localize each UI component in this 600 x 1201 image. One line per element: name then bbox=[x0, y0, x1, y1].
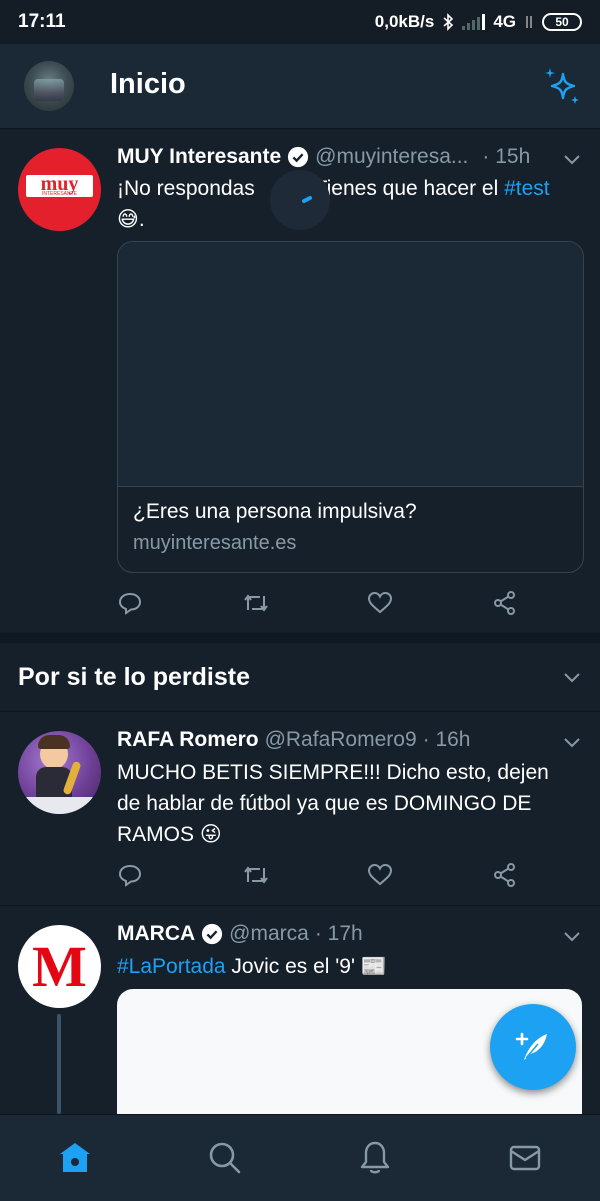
retweet-icon bbox=[244, 866, 268, 884]
retweet-button[interactable] bbox=[242, 862, 367, 888]
chevron-down-icon[interactable] bbox=[562, 930, 582, 944]
tweet-time: · 16h bbox=[422, 728, 471, 751]
tweet-text: MUCHO BETIS SIEMPRE!!! Dicho esto, dejen… bbox=[117, 761, 549, 846]
avatar-muy[interactable]: muy INTERESANTE bbox=[18, 148, 101, 231]
reply-icon bbox=[118, 592, 142, 615]
section-title: Por si te lo perdiste bbox=[18, 663, 251, 691]
hashtag-link[interactable]: #test bbox=[504, 177, 550, 200]
avatar-marca-logo: M bbox=[32, 933, 87, 999]
like-button[interactable] bbox=[367, 590, 492, 616]
retweet-icon bbox=[244, 594, 268, 612]
thread-line bbox=[57, 1014, 61, 1114]
compose-tweet-icon bbox=[515, 1032, 547, 1060]
avatar-rafa[interactable] bbox=[18, 731, 101, 814]
chevron-down-icon[interactable] bbox=[562, 736, 582, 750]
home-icon bbox=[60, 1143, 90, 1172]
section-divider bbox=[0, 633, 600, 643]
network-speed: 0,0kB/s bbox=[374, 12, 435, 31]
signal-icon bbox=[462, 14, 486, 30]
share-icon bbox=[494, 591, 515, 615]
tweet-rafa-romero[interactable]: RAFA Romero @RafaRomero9 · 16h MUCHO BET… bbox=[0, 712, 600, 905]
bluetooth-icon bbox=[443, 13, 454, 31]
spinner-icon bbox=[302, 196, 312, 203]
status-bar: 17:11 0,0kB/s 4G 50 bbox=[0, 0, 600, 44]
author-handle: @RafaRomero9 bbox=[264, 728, 417, 751]
avatar-marca[interactable]: M bbox=[18, 925, 101, 1008]
tweet-actions bbox=[117, 862, 600, 888]
nav-messages[interactable] bbox=[495, 1128, 555, 1188]
tweet-header: RAFA Romero @RafaRomero9 · 16h bbox=[117, 728, 471, 752]
verified-icon bbox=[202, 923, 223, 945]
chevron-down-icon[interactable] bbox=[562, 671, 582, 685]
profile-avatar[interactable] bbox=[24, 61, 74, 111]
author-handle: @muyinteresa... bbox=[315, 145, 469, 168]
tweet-header: MARCA @marca · 17h bbox=[117, 922, 363, 946]
app-header: Inicio bbox=[0, 44, 600, 129]
mail-icon bbox=[509, 1145, 541, 1171]
heart-icon bbox=[367, 591, 393, 614]
share-icon bbox=[494, 863, 515, 887]
link-card[interactable]: ¿Eres una persona impulsiva? muyinteresa… bbox=[117, 241, 584, 573]
network-type: 4G bbox=[493, 12, 516, 31]
tweet-text: ¡No respondas Tienes que hacer el #test … bbox=[117, 177, 550, 231]
chevron-down-icon[interactable] bbox=[562, 153, 582, 167]
heart-icon bbox=[367, 863, 393, 886]
tweet-actions bbox=[117, 590, 600, 616]
author-name[interactable]: MUY Interesante bbox=[117, 145, 281, 169]
compose-tweet-button[interactable] bbox=[490, 1004, 576, 1090]
author-name[interactable]: MARCA bbox=[117, 922, 195, 946]
nav-notifications[interactable] bbox=[345, 1128, 405, 1188]
nav-home[interactable] bbox=[45, 1128, 105, 1188]
bell-icon bbox=[360, 1141, 390, 1174]
author-name[interactable]: RAFA Romero bbox=[117, 728, 259, 752]
share-button[interactable] bbox=[492, 590, 600, 616]
share-button[interactable] bbox=[492, 862, 600, 888]
emoji: 😅 bbox=[117, 208, 139, 231]
status-indicators: 0,0kB/s 4G 50 bbox=[375, 12, 582, 32]
tweet-header: MUY Interesante @muyinteresa... · 15h bbox=[117, 145, 530, 169]
emoji: 📰 bbox=[360, 955, 387, 978]
page-title: Inicio bbox=[110, 68, 186, 100]
tweet-time: · 15h bbox=[482, 145, 531, 168]
emoji: 😜 bbox=[199, 823, 222, 846]
like-button[interactable] bbox=[367, 862, 492, 888]
battery-icon: 50 bbox=[542, 13, 582, 31]
reply-button[interactable] bbox=[117, 590, 242, 616]
card-domain: muyinteresante.es bbox=[133, 532, 297, 554]
tweet-text: #LaPortada Jovic es el '9' 📰 bbox=[117, 955, 387, 978]
avatar-muy-logo: muy bbox=[40, 172, 79, 195]
reply-icon bbox=[118, 864, 142, 887]
nav-search[interactable] bbox=[195, 1128, 255, 1188]
author-handle: @marca bbox=[229, 922, 309, 945]
avatar-muy-sub: INTERESANTE bbox=[41, 190, 77, 197]
tweet-time: · 17h bbox=[314, 922, 363, 945]
sparkle-icon[interactable] bbox=[542, 66, 582, 106]
verified-icon bbox=[288, 146, 309, 168]
retweet-button[interactable] bbox=[242, 590, 367, 616]
card-image bbox=[118, 242, 583, 487]
card-title: ¿Eres una persona impulsiva? bbox=[133, 500, 417, 523]
loading-spinner bbox=[270, 170, 330, 230]
reply-button[interactable] bbox=[117, 862, 242, 888]
status-time: 17:11 bbox=[18, 11, 66, 32]
search-icon bbox=[209, 1142, 241, 1174]
bottom-navigation bbox=[0, 1114, 600, 1201]
section-header[interactable]: Por si te lo perdiste bbox=[0, 643, 600, 712]
hashtag-link[interactable]: #LaPortada bbox=[117, 955, 226, 978]
data-arrows-icon bbox=[526, 16, 532, 28]
